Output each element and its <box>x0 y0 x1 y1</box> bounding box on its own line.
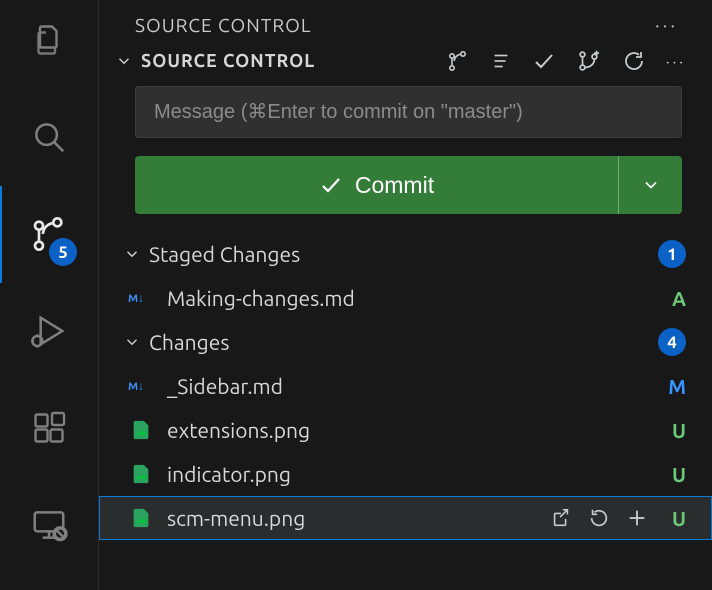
file-row[interactable]: indicator.png U <box>99 452 712 496</box>
discard-changes-icon[interactable] <box>588 507 610 529</box>
group-staged[interactable]: Staged Changes 1 <box>99 232 712 276</box>
file-row[interactable]: M↓ Making-changes.md A <box>99 276 712 320</box>
image-file-icon <box>127 419 155 441</box>
panel-title: SOURCE CONTROL <box>135 14 312 36</box>
scm-badge: 5 <box>49 238 77 266</box>
group-changes[interactable]: Changes 4 <box>99 320 712 364</box>
stage-changes-icon[interactable] <box>626 507 648 529</box>
activity-bar: 5 <box>0 0 99 590</box>
file-row[interactable]: scm-menu.png <box>99 496 712 540</box>
group-staged-count: 1 <box>658 240 686 268</box>
markdown-file-icon: M↓ <box>127 288 155 308</box>
view-as-list-icon[interactable] <box>490 50 512 72</box>
commit-check-icon[interactable] <box>532 49 556 73</box>
view-as-tree-icon[interactable] <box>446 49 470 73</box>
svg-text:M↓: M↓ <box>128 380 144 393</box>
section-title: SOURCE CONTROL <box>141 51 315 71</box>
section-more-icon[interactable]: ··· <box>666 53 686 70</box>
file-row[interactable]: extensions.png U <box>99 408 712 452</box>
commit-button[interactable]: Commit <box>135 156 618 214</box>
chevron-down-icon <box>123 245 141 263</box>
file-name: scm-menu.png <box>167 506 305 530</box>
commit-button-label: Commit <box>355 172 434 199</box>
status-letter: U <box>662 507 686 530</box>
activity-remote[interactable] <box>23 499 75 551</box>
chevron-down-icon <box>115 52 133 70</box>
panel-title-row: SOURCE CONTROL ··· <box>99 0 712 46</box>
refresh-icon[interactable] <box>622 49 646 73</box>
image-file-icon <box>127 507 155 529</box>
status-letter: U <box>662 419 686 442</box>
activity-run-debug[interactable] <box>23 305 75 357</box>
file-name: Making-changes.md <box>167 286 355 310</box>
panel-more-icon[interactable]: ··· <box>655 14 684 36</box>
activity-source-control[interactable]: 5 <box>23 208 75 260</box>
chevron-down-icon <box>123 333 141 351</box>
image-file-icon <box>127 463 155 485</box>
section-actions: ··· <box>446 48 700 74</box>
status-letter: U <box>662 463 686 486</box>
section-toggle[interactable]: SOURCE CONTROL <box>115 51 315 71</box>
activity-explorer[interactable] <box>23 14 75 66</box>
file-row[interactable]: M↓ _Sidebar.md M <box>99 364 712 408</box>
status-letter: A <box>662 287 686 310</box>
markdown-file-icon: M↓ <box>127 376 155 396</box>
commit-dropdown[interactable] <box>618 156 682 214</box>
activity-search[interactable] <box>23 111 75 163</box>
file-name: _Sidebar.md <box>167 374 283 398</box>
check-icon <box>319 173 343 197</box>
group-changes-count: 4 <box>658 328 686 356</box>
branch-create-icon[interactable] <box>576 48 602 74</box>
file-name: indicator.png <box>167 462 291 486</box>
status-letter: M <box>662 375 686 398</box>
file-name: extensions.png <box>167 418 310 442</box>
group-changes-label: Changes <box>149 330 229 354</box>
commit-message-input[interactable] <box>135 86 682 138</box>
activity-extensions[interactable] <box>23 402 75 454</box>
svg-text:M↓: M↓ <box>128 292 144 305</box>
group-staged-label: Staged Changes <box>149 242 300 266</box>
section-header: SOURCE CONTROL <box>99 46 712 86</box>
scm-panel: SOURCE CONTROL ··· SOURCE CONTROL <box>99 0 712 590</box>
file-row-actions <box>550 507 648 529</box>
open-file-icon[interactable] <box>550 507 572 529</box>
